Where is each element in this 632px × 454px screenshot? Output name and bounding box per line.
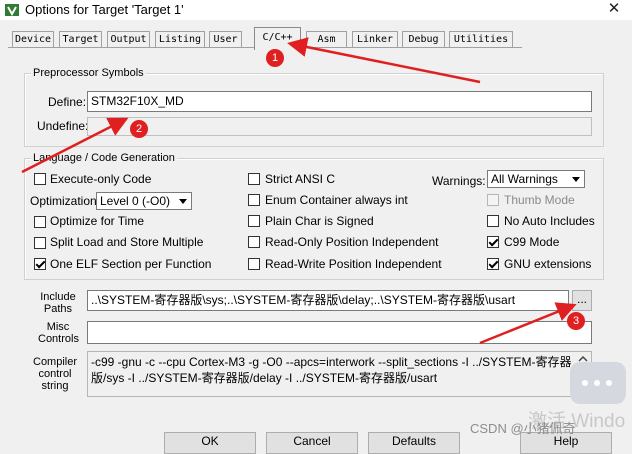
thumb-mode-checkbox[interactable]: [487, 194, 499, 206]
chat-icon: [570, 362, 626, 404]
c99-mode-label: C99 Mode: [504, 235, 560, 249]
optimization-label: Optimization:: [30, 194, 101, 208]
execute-only-label: Execute-only Code: [50, 172, 152, 186]
browse-include-button[interactable]: ...: [572, 290, 592, 311]
compiler-control-text: -c99 -gnu -c --cpu Cortex-M3 -g -O0 --ap…: [87, 351, 592, 397]
plain-char-label: Plain Char is Signed: [265, 214, 374, 228]
annotation-marker-2: 2: [130, 120, 148, 138]
tab-listing[interactable]: Listing: [155, 31, 205, 48]
preprocessor-legend: Preprocessor Symbols: [31, 67, 146, 79]
thumb-mode-label: Thumb Mode: [504, 193, 575, 207]
c99-mode-checkbox[interactable]: [487, 236, 499, 248]
tab-user[interactable]: User: [209, 31, 242, 48]
enum-container-label: Enum Container always int: [265, 193, 408, 207]
no-auto-includes-checkbox[interactable]: [487, 215, 499, 227]
no-auto-includes-label: No Auto Includes: [504, 214, 595, 228]
optimize-time-label: Optimize for Time: [50, 214, 145, 228]
chevron-down-icon[interactable]: [176, 194, 190, 208]
misc-controls-input[interactable]: [87, 321, 592, 344]
define-label: Define:: [48, 95, 87, 109]
cancel-button[interactable]: Cancel: [266, 432, 358, 454]
tab-device[interactable]: Device: [12, 31, 54, 48]
tab-utilities[interactable]: Utilities: [449, 31, 513, 48]
execute-only-checkbox[interactable]: [34, 173, 46, 185]
split-load-checkbox[interactable]: [34, 237, 46, 249]
warnings-value: All Warnings: [491, 172, 558, 186]
one-elf-checkbox[interactable]: [34, 258, 46, 270]
defaults-button[interactable]: Defaults: [368, 432, 460, 454]
window-title: Options for Target 'Target 1': [25, 2, 184, 17]
define-input[interactable]: STM32F10X_MD: [87, 91, 592, 112]
language-legend: Language / Code Generation: [31, 152, 177, 164]
rw-position-label: Read-Write Position Independent: [265, 257, 442, 271]
warnings-label: Warnings:: [432, 174, 486, 188]
split-load-label: Split Load and Store Multiple: [50, 235, 204, 249]
gnu-extensions-label: GNU extensions: [504, 257, 592, 271]
warnings-select[interactable]: All Warnings: [487, 170, 585, 188]
tab-target[interactable]: Target: [59, 31, 102, 48]
optimize-time-checkbox[interactable]: [34, 216, 46, 228]
plain-char-checkbox[interactable]: [248, 215, 260, 227]
ro-position-label: Read-Only Position Independent: [265, 235, 439, 249]
close-icon[interactable]: ✕: [596, 0, 632, 20]
one-elf-label: One ELF Section per Function: [50, 257, 212, 271]
chevron-down-icon[interactable]: [569, 172, 583, 186]
tab-c-cpp[interactable]: C/C++: [254, 27, 301, 50]
tab-asm[interactable]: Asm: [306, 31, 347, 48]
csdn-watermark: CSDN @小猪佩奇: [470, 421, 576, 436]
gnu-extensions-checkbox[interactable]: [487, 258, 499, 270]
optimization-value: Level 0 (-O0): [100, 194, 171, 208]
optimization-select[interactable]: Level 0 (-O0): [96, 192, 192, 210]
compiler-control-label: Compiler control string: [33, 356, 78, 392]
enum-container-checkbox[interactable]: [248, 194, 260, 206]
ok-button[interactable]: OK: [164, 432, 256, 454]
undefine-label: Undefine:: [37, 119, 89, 133]
strict-ansi-label: Strict ANSI C: [265, 172, 336, 186]
app-icon: [4, 2, 20, 18]
include-paths-label: Include Paths: [40, 291, 76, 315]
tab-debug[interactable]: Debug: [402, 31, 445, 48]
rw-position-checkbox[interactable]: [248, 258, 260, 270]
include-paths-input[interactable]: ..\SYSTEM-寄存器版\sys;..\SYSTEM-寄存器版\delay;…: [87, 290, 569, 311]
tab-linker[interactable]: Linker: [352, 31, 398, 48]
strict-ansi-checkbox[interactable]: [248, 173, 260, 185]
ro-position-checkbox[interactable]: [248, 236, 260, 248]
annotation-marker-1: 1: [266, 49, 284, 67]
undefine-input[interactable]: [87, 117, 592, 136]
misc-controls-label: Misc Controls: [38, 321, 79, 345]
annotation-marker-3: 3: [567, 312, 585, 330]
tab-output[interactable]: Output: [107, 31, 150, 48]
